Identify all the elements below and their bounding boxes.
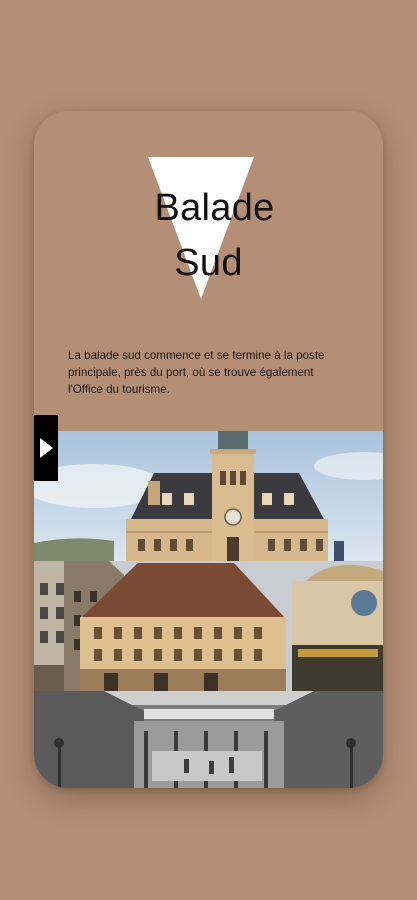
archival-street-photo xyxy=(34,691,383,788)
photo-collage xyxy=(34,431,383,788)
tour-title-line1: Balade xyxy=(154,187,275,229)
tour-description: La balade sud commence et se termine à l… xyxy=(68,349,325,396)
post-office-building-photo xyxy=(34,431,383,561)
tour-title-line2: Sud xyxy=(174,242,243,284)
play-icon xyxy=(40,438,53,458)
tour-card: Balade Sud La balade sud commence et se … xyxy=(34,111,383,788)
play-button[interactable] xyxy=(34,415,58,481)
street-buildings-photo xyxy=(34,561,383,691)
